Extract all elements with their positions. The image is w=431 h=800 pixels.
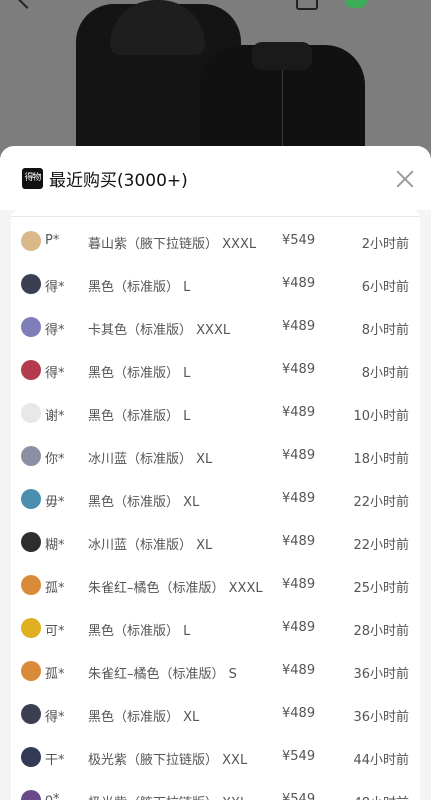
product-spec: 黑色（标准版） L xyxy=(88,624,191,639)
purchase-time: 22小时前 xyxy=(353,538,409,553)
purchase-row: 你* 冰川蓝（标准版） XL ¥489 18小时前 xyxy=(11,435,420,478)
buyer-name: 干* xyxy=(45,753,65,768)
product-spec: 冰川蓝（标准版） XL xyxy=(88,538,213,553)
avatar xyxy=(21,403,41,423)
purchase-time: 8小时前 xyxy=(361,366,409,381)
avatar xyxy=(21,618,41,638)
avatar xyxy=(21,446,41,466)
product-spec: 黑色（标准版） L xyxy=(88,409,191,424)
avatar xyxy=(21,575,41,595)
divider xyxy=(11,216,420,217)
buyer-name: 得* xyxy=(45,280,65,295)
price: ¥489 xyxy=(282,577,316,592)
price: ¥489 xyxy=(282,491,316,506)
product-spec: 暮山紫（腋下拉链版） XXXL xyxy=(88,237,257,252)
purchase-row: 孤* 朱雀红–橘色（标准版） XXXL ¥489 25小时前 xyxy=(11,564,420,607)
price: ¥489 xyxy=(282,663,316,678)
product-spec: 极光紫（腋下拉链版） XXL xyxy=(88,792,247,800)
purchase-time: 28小时前 xyxy=(353,624,409,639)
product-spec: 卡其色（标准版） XXXL xyxy=(88,323,231,338)
buyer-name: 谢* xyxy=(45,409,65,424)
purchase-row: 毋* 黑色（标准版） XL ¥489 22小时前 xyxy=(11,478,420,521)
product-spec: 黑色（标准版） L xyxy=(88,280,191,295)
purchase-time: 8小时前 xyxy=(361,323,409,338)
purchase-time: 10小时前 xyxy=(353,409,409,424)
purchase-row: 谢* 黑色（标准版） L ¥489 10小时前 xyxy=(11,392,420,435)
purchase-time: 18小时前 xyxy=(353,452,409,467)
purchase-row: o* 极光紫（腋下拉链版） XXL ¥549 48小时前 xyxy=(11,779,420,800)
purchase-time: 22小时前 xyxy=(353,495,409,510)
purchase-time: 36小时前 xyxy=(353,710,409,725)
purchase-row: 糊* 冰川蓝（标准版） XL ¥489 22小时前 xyxy=(11,521,420,564)
price: ¥489 xyxy=(282,448,316,463)
purchase-row: 孤* 朱雀红–橘色（标准版） S ¥489 36小时前 xyxy=(11,650,420,693)
price: ¥489 xyxy=(282,405,316,420)
purchase-row: 干* 极光紫（腋下拉链版） XXL ¥549 44小时前 xyxy=(11,736,420,779)
buyer-name: o* xyxy=(45,792,60,800)
buyer-name: 你* xyxy=(45,452,65,467)
product-spec: 黑色（标准版） XL xyxy=(88,495,200,510)
brand-icon[interactable] xyxy=(296,0,318,10)
sheet-title: 最近购买(3000+) xyxy=(49,171,188,191)
product-spec: 冰川蓝（标准版） XL xyxy=(88,452,213,467)
purchase-list[interactable]: P* 暮山紫（腋下拉链版） XXXL ¥549 2小时前得* 黑色（标准版） L ¥489… xyxy=(11,210,420,800)
purchase-time: 36小时前 xyxy=(353,667,409,682)
product-image xyxy=(0,0,431,170)
avatar xyxy=(21,360,41,380)
avatar xyxy=(21,317,41,337)
wechat-icon[interactable] xyxy=(345,0,367,8)
purchase-time: 44小时前 xyxy=(353,753,409,768)
product-spec: 朱雀红–橘色（标准版） XXXL xyxy=(88,581,263,596)
buyer-name: 得* xyxy=(45,710,65,725)
price: ¥489 xyxy=(282,276,316,291)
avatar xyxy=(21,532,41,552)
purchase-time: 6小时前 xyxy=(361,280,409,295)
buyer-name: 得* xyxy=(45,323,65,338)
purchase-row: 得* 黑色（标准版） L ¥489 8小时前 xyxy=(11,349,420,392)
avatar xyxy=(21,274,41,294)
purchase-row: 得* 黑色（标准版） L ¥489 6小时前 xyxy=(11,263,420,306)
buyer-name: P* xyxy=(45,233,60,248)
price: ¥549 xyxy=(282,749,316,764)
price: ¥489 xyxy=(282,706,316,721)
buyer-name: 孤* xyxy=(45,667,65,682)
product-spec: 黑色（标准版） XL xyxy=(88,710,200,725)
jacket-collar xyxy=(252,42,312,70)
purchase-row: P* 暮山紫（腋下拉链版） XXXL ¥549 2小时前 xyxy=(11,220,420,263)
buyer-name: 得* xyxy=(45,366,65,381)
dewu-logo-icon: 得物 xyxy=(22,168,43,189)
avatar xyxy=(21,489,41,509)
buyer-name: 毋* xyxy=(45,495,65,510)
purchase-time: 2小时前 xyxy=(361,237,409,252)
avatar xyxy=(21,747,41,767)
product-spec: 朱雀红–橘色（标准版） S xyxy=(88,667,237,682)
avatar xyxy=(21,704,41,724)
buyer-name: 糊* xyxy=(45,538,65,553)
purchase-row: 可* 黑色（标准版） L ¥489 28小时前 xyxy=(11,607,420,650)
close-icon[interactable] xyxy=(394,168,416,190)
avatar xyxy=(21,661,41,681)
price: ¥549 xyxy=(282,792,316,800)
price: ¥489 xyxy=(282,534,316,549)
purchase-row: 得* 卡其色（标准版） XXXL ¥489 8小时前 xyxy=(11,306,420,349)
buyer-name: 可* xyxy=(45,624,65,639)
product-spec: 黑色（标准版） L xyxy=(88,366,191,381)
purchase-row: 得* 黑色（标准版） XL ¥489 36小时前 xyxy=(11,693,420,736)
buyer-name: 孤* xyxy=(45,581,65,596)
sheet-header: 得物 最近购买(3000+) xyxy=(0,146,431,210)
back-icon[interactable] xyxy=(17,0,37,9)
purchase-time: 25小时前 xyxy=(353,581,409,596)
price: ¥549 xyxy=(282,233,316,248)
price: ¥489 xyxy=(282,319,316,334)
avatar xyxy=(21,231,41,251)
recent-purchases-sheet: 得物 最近购买(3000+) P* 暮山紫（腋下拉链版） XXXL ¥549 2小时前… xyxy=(0,146,431,800)
price: ¥489 xyxy=(282,620,316,635)
product-spec: 极光紫（腋下拉链版） XXL xyxy=(88,753,248,768)
avatar xyxy=(21,790,41,800)
price: ¥489 xyxy=(282,362,316,377)
purchase-time: 48小时前 xyxy=(353,792,409,800)
